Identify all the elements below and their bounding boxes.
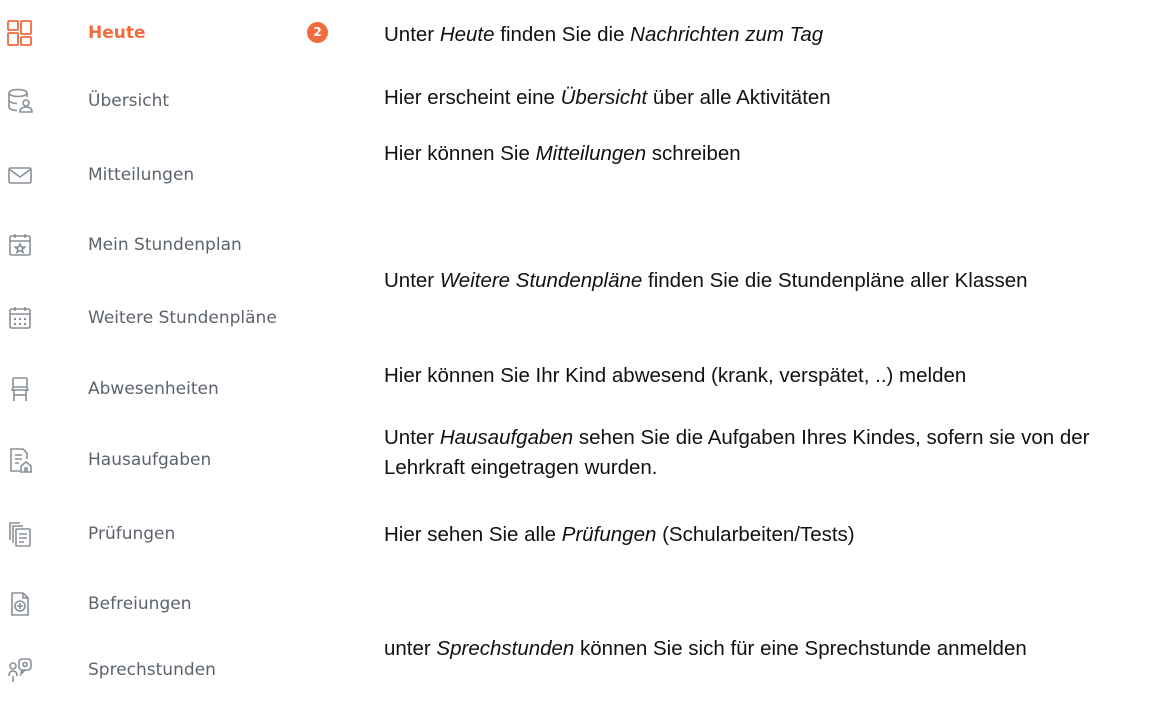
nav-item-mein-stundenplan[interactable]: Mein Stundenplan	[0, 225, 360, 265]
nav-item-befreiungen[interactable]: Befreiungen	[0, 584, 360, 624]
nav-label: Mein Stundenplan	[88, 235, 242, 255]
description-text: Hier können Sie Ihr Kind abwesend (krank…	[384, 364, 967, 387]
nav-item-sprechstunden[interactable]: Sprechstunden	[0, 650, 360, 690]
nav-item-hausaufgaben[interactable]: Hausaufgaben	[0, 440, 360, 480]
nav-label: Sprechstunden	[88, 660, 216, 680]
description-emphasis: Hausaufgaben	[439, 426, 574, 449]
notification-badge: 2	[307, 22, 328, 43]
description-text: schreiben	[646, 142, 741, 165]
description-emphasis: Übersicht	[560, 86, 648, 109]
chair-icon	[6, 375, 34, 403]
description-abwesenheiten: Hier können Sie Ihr Kind abwesend (krank…	[384, 361, 1154, 391]
nav-label: Abwesenheiten	[88, 379, 219, 399]
nav-item-heute[interactable]: Heute 2	[0, 13, 360, 53]
description-text: unter	[384, 637, 437, 660]
description-text: Unter	[384, 426, 440, 449]
description-text: Hier sehen Sie alle	[384, 523, 562, 546]
nav-label: Hausaufgaben	[88, 450, 212, 470]
calendar-grid-icon	[6, 304, 34, 332]
nav-item-abwesenheiten[interactable]: Abwesenheiten	[0, 369, 360, 409]
description-emphasis: Sprechstunden	[436, 637, 575, 660]
description-text: über alle Aktivitäten	[647, 86, 831, 109]
document-plus-icon	[6, 590, 34, 618]
description-emphasis: Prüfungen	[561, 523, 657, 546]
nav-label: Mitteilungen	[88, 165, 195, 185]
document-house-icon	[6, 446, 34, 474]
nav-item-uebersicht[interactable]: Übersicht	[0, 81, 360, 121]
nav-item-mitteilungen[interactable]: Mitteilungen	[0, 155, 360, 195]
nav-item-weitere-stundenplaene[interactable]: Weitere Stundenpläne	[0, 298, 360, 338]
speech-bubble-people-icon	[6, 656, 34, 684]
envelope-icon	[6, 161, 34, 189]
calendar-star-icon	[6, 231, 34, 259]
description-emphasis: Nachrichten zum Tag	[630, 23, 824, 46]
description-uebersicht: Hier erscheint eine Übersicht über alle …	[384, 83, 1154, 113]
description-text: finden Sie die Stundenpläne aller Klasse…	[642, 269, 1028, 292]
description-text: Hier können Sie	[384, 142, 536, 165]
database-user-icon	[6, 87, 34, 115]
description-text: können Sie sich für eine Sprechstunde an…	[574, 637, 1027, 660]
nav-label: Prüfungen	[88, 524, 176, 544]
dashboard-grid-icon	[6, 19, 34, 47]
description-emphasis: Mitteilungen	[535, 142, 647, 165]
stacked-documents-icon	[6, 520, 34, 548]
description-text: Hier erscheint eine	[384, 86, 561, 109]
nav-label: Übersicht	[88, 91, 170, 111]
description-text: finden Sie die	[494, 23, 631, 46]
nav-label: Weitere Stundenpläne	[88, 308, 277, 328]
nav-item-pruefungen[interactable]: Prüfungen	[0, 514, 360, 554]
description-weitere-stundenplaene: Unter Weitere Stundenpläne finden Sie di…	[384, 266, 1154, 296]
description-text: Unter	[384, 23, 440, 46]
description-hausaufgaben: Unter Hausaufgaben sehen Sie die Aufgabe…	[384, 423, 1154, 483]
nav-label: Befreiungen	[88, 594, 192, 614]
description-text: (Schularbeiten/Tests)	[656, 523, 855, 546]
description-sprechstunden: unter Sprechstunden können Sie sich für …	[384, 634, 1154, 664]
description-pruefungen: Hier sehen Sie alle Prüfungen (Schularbe…	[384, 520, 1154, 550]
nav-label: Heute	[88, 23, 146, 43]
description-emphasis: Weitere Stundenpläne	[439, 269, 643, 292]
description-mitteilungen: Hier können Sie Mitteilungen schreiben	[384, 139, 1154, 169]
description-emphasis: Heute	[439, 23, 495, 46]
description-text: Unter	[384, 269, 440, 292]
description-heute: Unter Heute finden Sie die Nachrichten z…	[384, 20, 1154, 50]
